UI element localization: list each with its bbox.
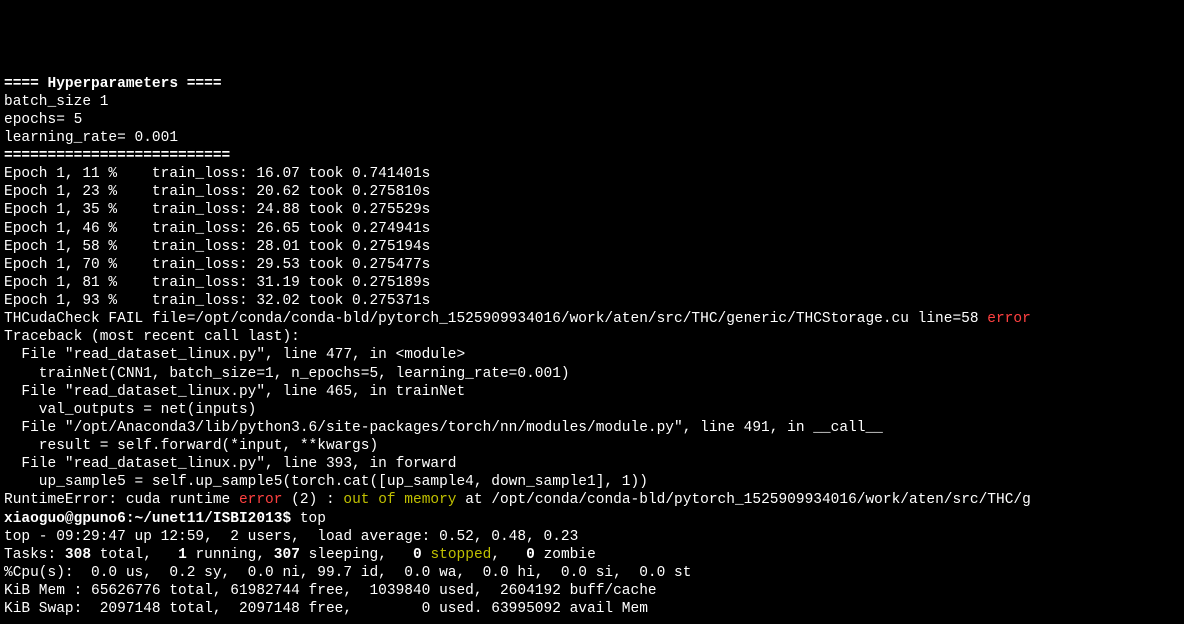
epoch-line: Epoch 1, 46 % train_loss: 26.65 took 0.2…	[4, 221, 430, 237]
epoch-line: Epoch 1, 81 % train_loss: 31.19 took 0.2…	[4, 275, 430, 291]
shell-prompt[interactable]: xiaoguo@gpuno6:~/unet11/ISBI2013$ top	[4, 511, 326, 527]
traceback-line: trainNet(CNN1, batch_size=1, n_epochs=5,…	[4, 366, 570, 382]
hp-epochs: epochs= 5	[4, 112, 82, 128]
top-tasks-line: Tasks: 308 total, 1 running, 307 sleepin…	[4, 547, 596, 563]
top-swap-line: KiB Swap: 2097148 total, 2097148 free, 0…	[4, 601, 648, 617]
epoch-line: Epoch 1, 23 % train_loss: 20.62 took 0.2…	[4, 184, 430, 200]
top-header-line: top - 09:29:47 up 12:59, 2 users, load a…	[4, 529, 578, 545]
hyperparams-title: ==== Hyperparameters ====	[4, 76, 222, 92]
traceback-line: result = self.forward(*input, **kwargs)	[4, 438, 378, 454]
error-text: error	[239, 492, 283, 508]
thcudacheck-line: THCudaCheck FAIL file=/opt/conda/conda-b…	[4, 311, 1031, 327]
hp-learning-rate: learning_rate= 0.001	[4, 130, 178, 146]
hp-batch-size: batch_size 1	[4, 94, 108, 110]
traceback-line: File "read_dataset_linux.py", line 393, …	[4, 456, 456, 472]
prompt-user-host: xiaoguo@gpuno6	[4, 511, 126, 527]
epoch-line: Epoch 1, 35 % train_loss: 24.88 took 0.2…	[4, 202, 430, 218]
top-mem-line: KiB Mem : 65626776 total, 61982744 free,…	[4, 583, 657, 599]
epoch-line: Epoch 1, 93 % train_loss: 32.02 took 0.2…	[4, 293, 430, 309]
traceback-line: Traceback (most recent call last):	[4, 329, 300, 345]
top-cpu-line: %Cpu(s): 0.0 us, 0.2 sy, 0.0 ni, 99.7 id…	[4, 565, 691, 581]
stopped-label: stopped	[430, 547, 491, 563]
divider: ==========================	[4, 148, 230, 164]
traceback-line: up_sample5 = self.up_sample5(torch.cat([…	[4, 474, 648, 490]
traceback-line: val_outputs = net(inputs)	[4, 402, 256, 418]
out-of-memory-text: out of memory	[343, 492, 456, 508]
epoch-line: Epoch 1, 11 % train_loss: 16.07 took 0.7…	[4, 166, 430, 182]
error-text: error	[987, 311, 1031, 327]
runtime-error-line: RuntimeError: cuda runtime error (2) : o…	[4, 492, 1031, 508]
traceback-line: File "/opt/Anaconda3/lib/python3.6/site-…	[4, 420, 883, 436]
terminal-output[interactable]: ==== Hyperparameters ==== batch_size 1 e…	[0, 73, 1184, 621]
epoch-line: Epoch 1, 58 % train_loss: 28.01 took 0.2…	[4, 239, 430, 255]
traceback-line: File "read_dataset_linux.py", line 477, …	[4, 347, 465, 363]
command-text: top	[300, 511, 326, 527]
traceback-line: File "read_dataset_linux.py", line 465, …	[4, 384, 465, 400]
epoch-line: Epoch 1, 70 % train_loss: 29.53 took 0.2…	[4, 257, 430, 273]
